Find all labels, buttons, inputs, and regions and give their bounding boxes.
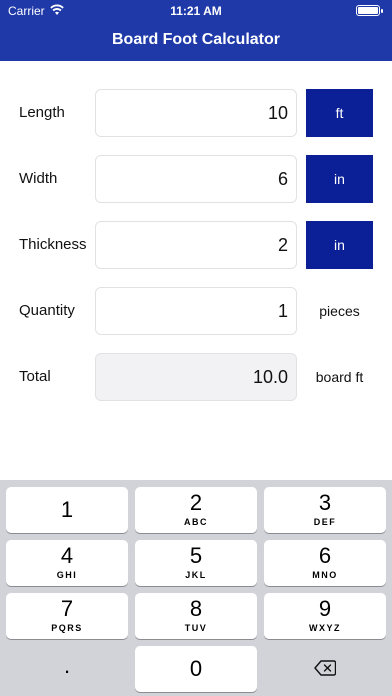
key-8[interactable]: 8 TUV bbox=[135, 593, 257, 639]
quantity-label: Quantity bbox=[19, 302, 75, 319]
key-letters: PQRS bbox=[51, 623, 83, 633]
delete-backspace-icon bbox=[314, 660, 336, 676]
thickness-row: Thickness 2 in bbox=[0, 221, 392, 269]
key-letters: DEF bbox=[313, 517, 337, 527]
width-unit-button[interactable]: in bbox=[306, 155, 373, 203]
key-digit: 4 bbox=[60, 543, 74, 568]
key-letters: ABC bbox=[184, 517, 208, 527]
key-letters: WXYZ bbox=[309, 623, 341, 633]
status-time: 11:21 AM bbox=[170, 4, 222, 18]
length-row: Length 10 ft bbox=[0, 89, 392, 137]
key-5[interactable]: 5 JKL bbox=[135, 540, 257, 586]
quantity-row: Quantity 1 pieces bbox=[0, 287, 392, 335]
key-4[interactable]: 4 GHI bbox=[6, 540, 128, 586]
key-digit: 0 bbox=[189, 656, 203, 681]
key-letters: GHI bbox=[56, 570, 78, 580]
key-1[interactable]: 1 bbox=[6, 487, 128, 533]
key-7[interactable]: 7 PQRS bbox=[6, 593, 128, 639]
total-output: 10.0 bbox=[95, 353, 297, 401]
key-digit: 5 bbox=[189, 543, 203, 568]
quantity-input[interactable]: 1 bbox=[95, 287, 297, 335]
key-delete[interactable] bbox=[264, 646, 386, 692]
key-letters: TUV bbox=[184, 623, 208, 633]
numeric-keyboard: 1 2 ABC 3 DEF 4 GHI 5 JKL 6 MNO 7 PQRS 8… bbox=[0, 480, 392, 696]
length-input[interactable]: 10 bbox=[95, 89, 297, 137]
width-input[interactable]: 6 bbox=[95, 155, 297, 203]
quantity-unit-label: pieces bbox=[319, 303, 360, 319]
key-6[interactable]: 6 MNO bbox=[264, 540, 386, 586]
page-title: Board Foot Calculator bbox=[111, 31, 280, 48]
width-label: Width bbox=[19, 170, 58, 187]
thickness-unit-button[interactable]: in bbox=[306, 221, 373, 269]
thickness-input[interactable]: 2 bbox=[95, 221, 297, 269]
status-bar: Carrier 11:21 AM bbox=[0, 0, 392, 22]
total-row: Total 10.0 board ft bbox=[0, 353, 392, 401]
thickness-label: Thickness bbox=[19, 236, 87, 253]
key-digit: 1 bbox=[60, 497, 74, 522]
total-unit-label: board ft bbox=[315, 369, 364, 385]
key-9[interactable]: 9 WXYZ bbox=[264, 593, 386, 639]
key-digit: 2 bbox=[189, 490, 203, 515]
key-letters: JKL bbox=[185, 570, 207, 580]
key-digit: 9 bbox=[318, 596, 332, 621]
length-label: Length bbox=[19, 104, 65, 121]
battery-icon bbox=[356, 5, 383, 16]
nav-header: Carrier 11:21 AM Board Foot Calculator bbox=[0, 0, 392, 61]
width-row: Width 6 in bbox=[0, 155, 392, 203]
key-0[interactable]: 0 bbox=[135, 646, 257, 692]
key-digit: . bbox=[63, 653, 71, 678]
total-label: Total bbox=[19, 368, 51, 385]
key-digit: 7 bbox=[60, 596, 74, 621]
length-unit-button[interactable]: ft bbox=[306, 89, 373, 137]
key-2[interactable]: 2 ABC bbox=[135, 487, 257, 533]
key-digit: 8 bbox=[189, 596, 203, 621]
key-digit: 6 bbox=[318, 543, 332, 568]
key-digit: 3 bbox=[318, 490, 332, 515]
key-decimal[interactable]: . bbox=[6, 646, 128, 692]
key-letters: MNO bbox=[312, 570, 338, 580]
key-3[interactable]: 3 DEF bbox=[264, 487, 386, 533]
